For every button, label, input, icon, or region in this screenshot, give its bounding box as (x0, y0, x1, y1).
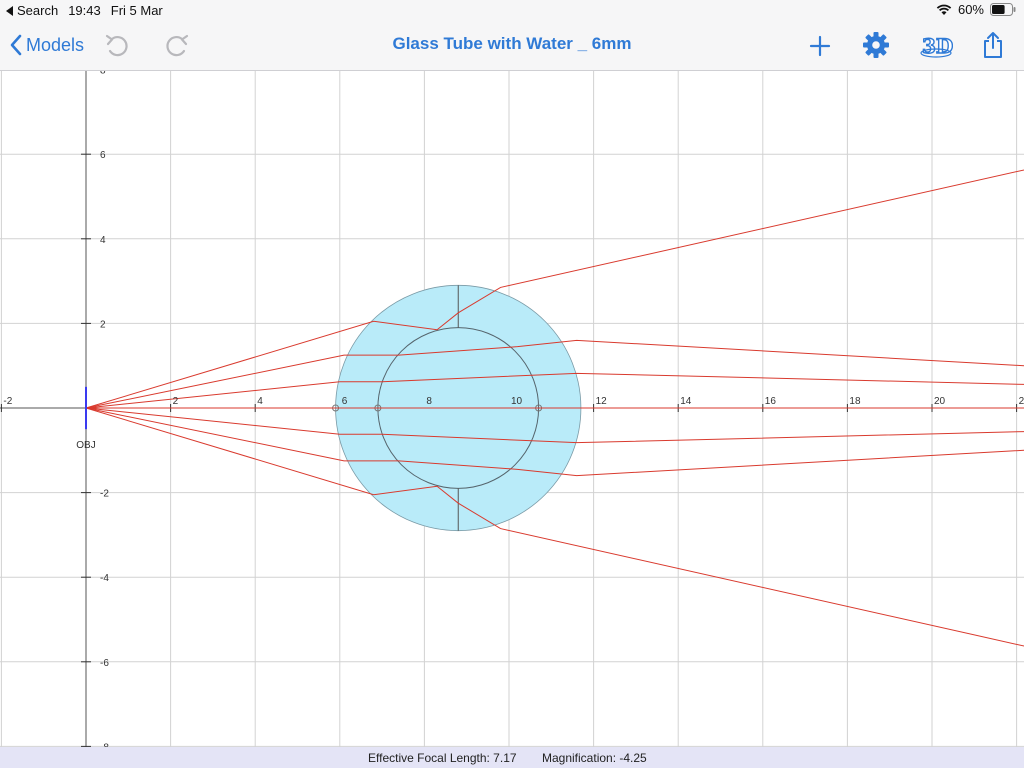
battery-percent: 60% (957, 2, 984, 17)
y-tick-label: 6 (100, 150, 106, 161)
wifi-icon (936, 4, 952, 15)
undo-icon (105, 34, 128, 57)
models-back-button[interactable]: Models (10, 32, 84, 58)
battery-icon (990, 3, 1016, 16)
back-app-label: Search (17, 3, 59, 18)
x-tick-label: 12 (596, 396, 608, 407)
y-tick-label: -6 (100, 658, 109, 669)
y-tick-label: -2 (100, 489, 109, 500)
3d-icon: 3D (920, 33, 953, 59)
x-tick-label: 18 (849, 396, 861, 407)
x-tick-label: 10 (511, 396, 523, 407)
x-tick-label: -2 (3, 396, 12, 407)
redo-button[interactable] (160, 30, 192, 60)
x-tick-label: 6 (342, 396, 348, 407)
settings-button[interactable] (860, 30, 892, 60)
y-tick-label: 4 (100, 235, 106, 246)
redo-icon (166, 34, 189, 57)
x-tick-label: 14 (680, 396, 692, 407)
x-tick-label: 2 (173, 396, 179, 407)
object-label: OBJ (76, 440, 95, 451)
clock: 19:43 (68, 3, 101, 18)
undo-button[interactable] (102, 30, 134, 60)
status-bar: Search 19:43 Fri 5 Mar 60% (0, 0, 1024, 20)
navigation-bar: Models Glass Tube with Water _ 6mm 3D (0, 20, 1024, 71)
x-tick-label: 4 (257, 396, 263, 407)
x-tick-label: 16 (765, 396, 777, 407)
date: Fri 5 Mar (110, 3, 163, 18)
plus-icon (809, 35, 831, 57)
share-button[interactable] (978, 29, 1008, 61)
svg-text:3D: 3D (922, 34, 953, 58)
share-icon (984, 32, 1002, 58)
magnification: Magnification: -4.25 (542, 751, 647, 765)
x-tick-label: 20 (934, 396, 946, 407)
chevron-left-icon (10, 34, 22, 56)
back-to-app[interactable]: Search (6, 3, 58, 18)
add-button[interactable] (806, 32, 834, 60)
x-tick-label: 22 (1019, 396, 1024, 407)
y-tick-label: 8 (100, 71, 106, 77)
optics-plot[interactable]: -22468101214161820228642-2-4-6-8OBJ (0, 71, 1024, 747)
gear-icon (863, 32, 889, 58)
3d-view-button[interactable]: 3D (918, 29, 954, 61)
y-tick-label: -4 (100, 573, 109, 584)
results-bar: Effective Focal Length: 7.17 Magnificati… (0, 747, 1024, 768)
models-back-label: Models (26, 34, 85, 55)
effective-focal-length: Effective Focal Length: 7.17 (368, 751, 517, 765)
x-tick-label: 8 (426, 396, 432, 407)
model-title: Glass Tube with Water _ 6mm (392, 34, 632, 53)
y-tick-label: 2 (100, 319, 106, 330)
back-triangle-icon (6, 5, 13, 16)
